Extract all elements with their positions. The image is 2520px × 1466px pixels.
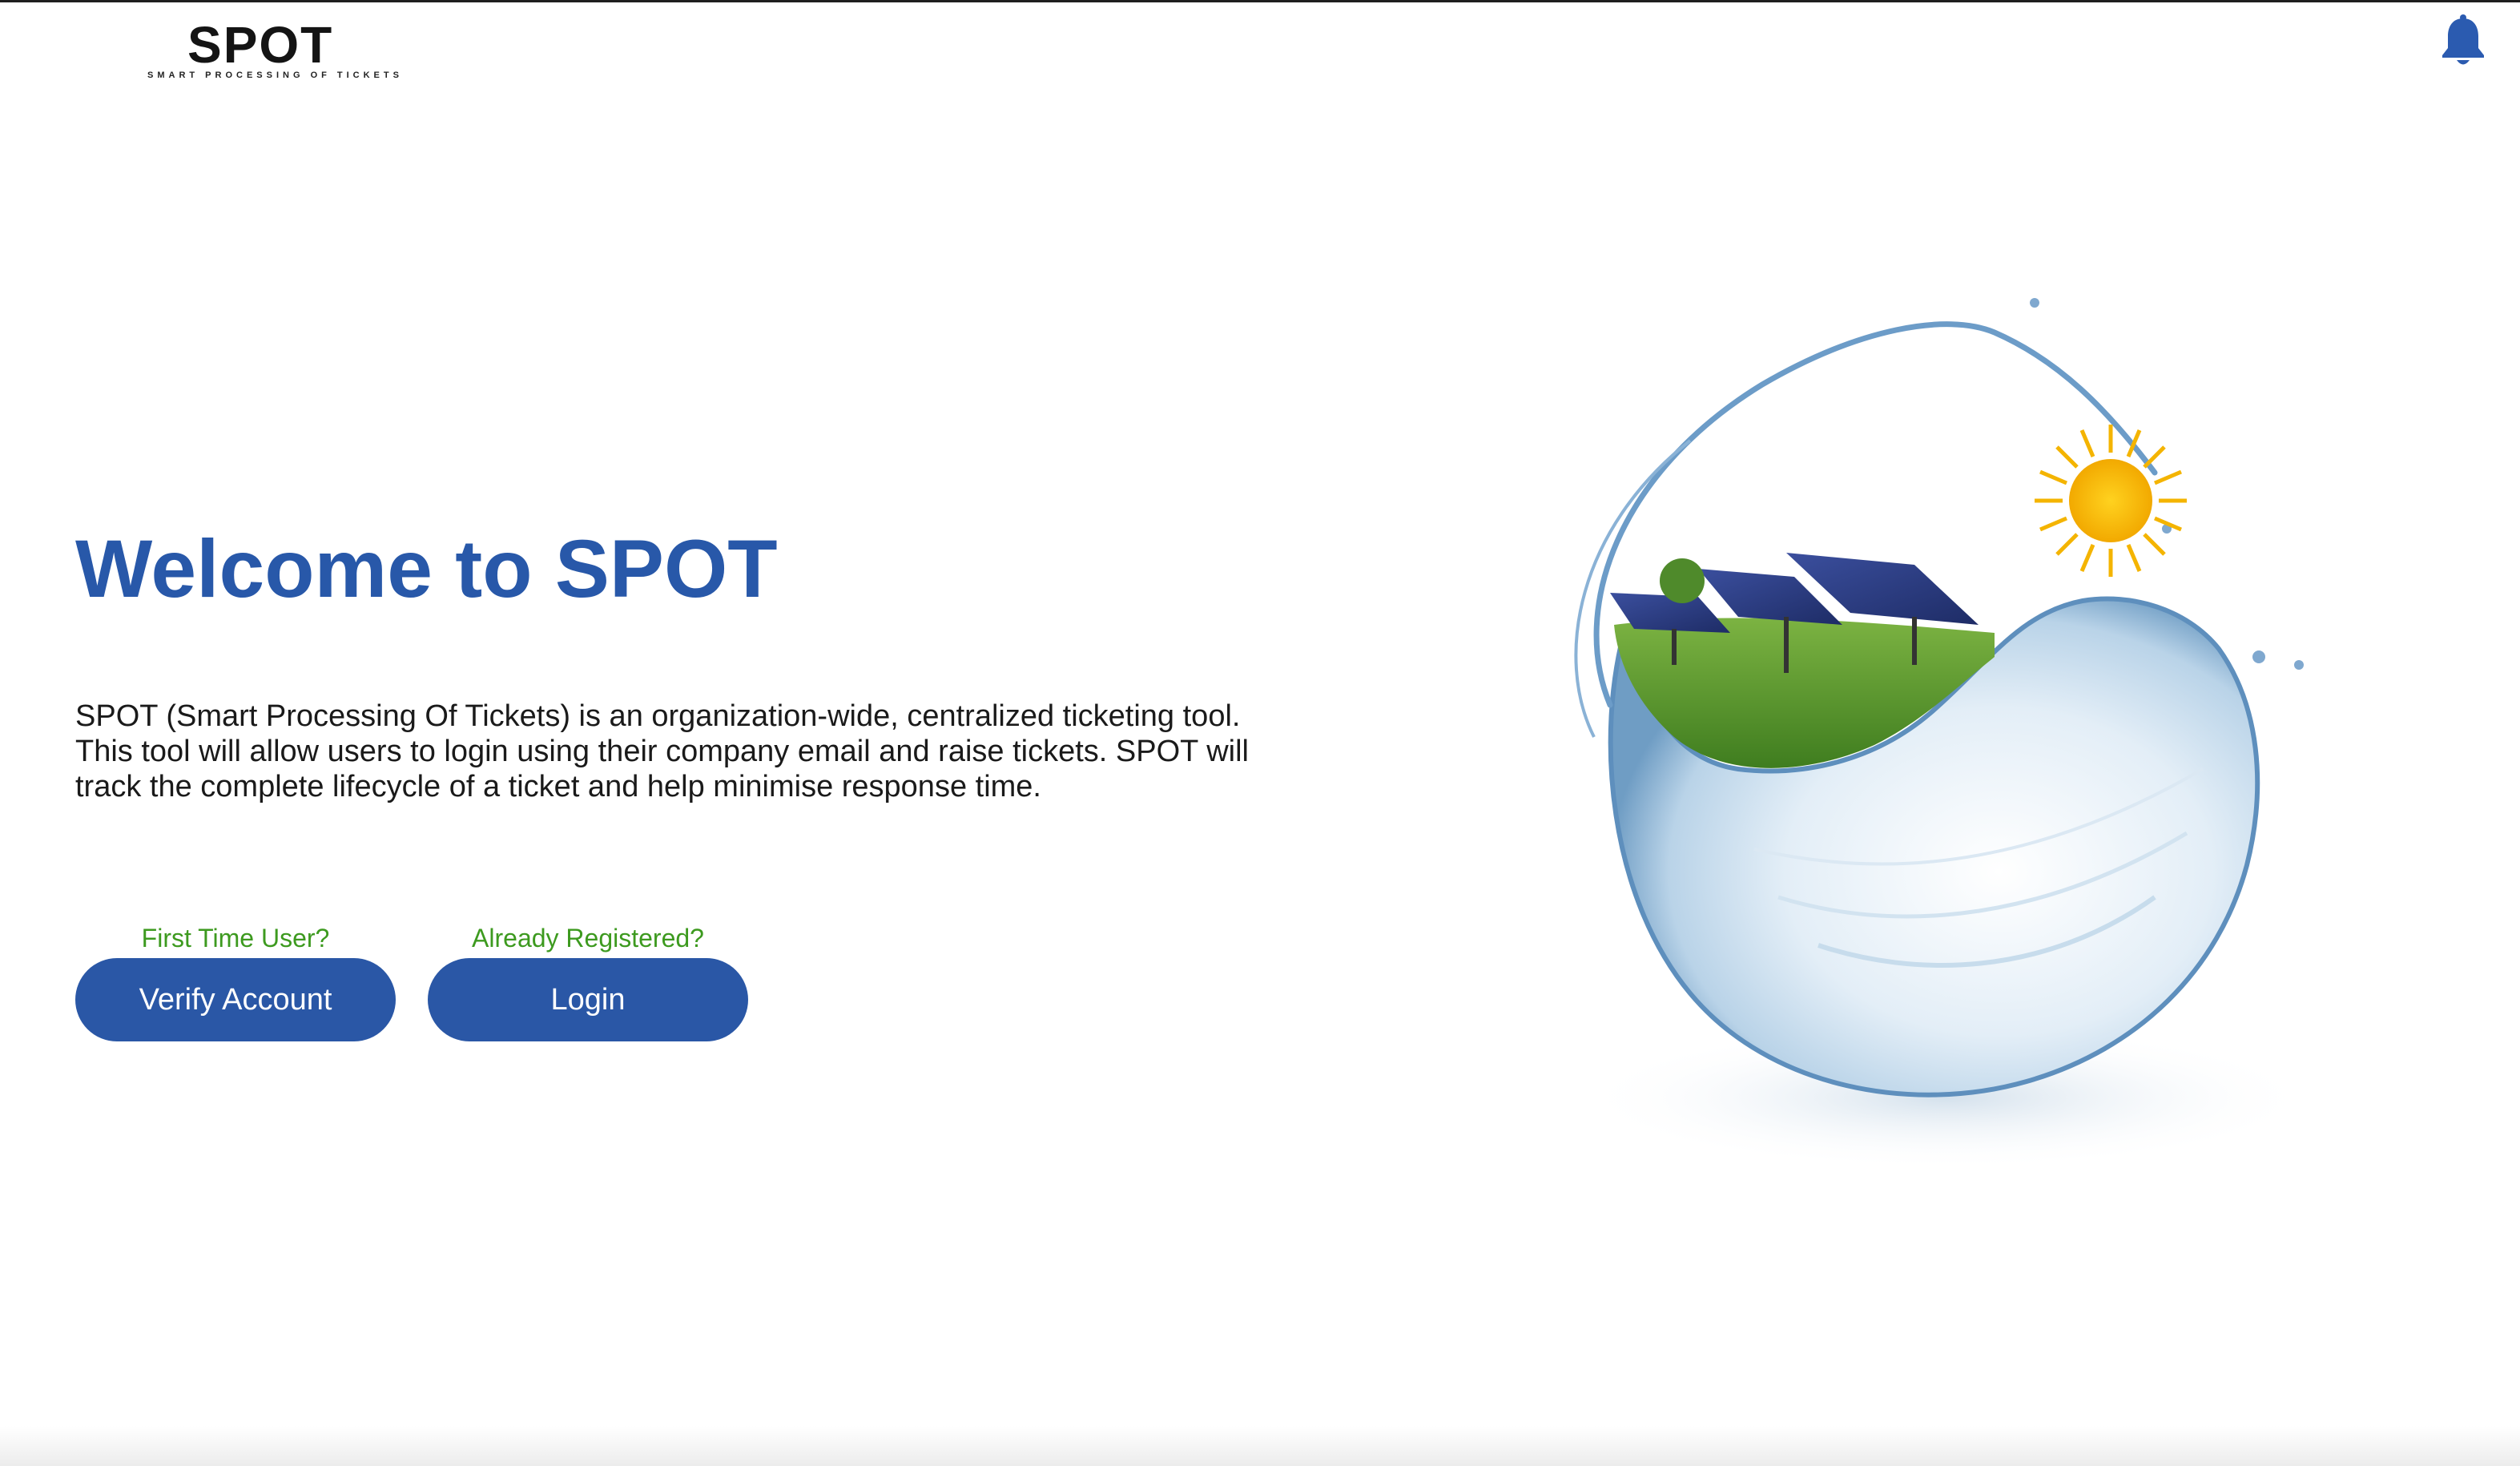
hero-illustration [1498,288,2379,1250]
bell-icon[interactable] [2440,14,2486,67]
already-registered-hint: Already Registered? [472,924,704,952]
intro-description: SPOT (Smart Processing Of Tickets) is an… [75,699,1250,803]
page-title: Welcome to SPOT [75,523,778,614]
first-time-user-hint: First Time User? [141,924,330,952]
landing-page: SPOT SMART PROCESSING OF TICKETS Welcome… [0,0,2520,1466]
logo-wordmark: SPOT [187,14,333,75]
logo-tagline: SMART PROCESSING OF TICKETS [147,70,403,80]
sun [2035,425,2187,577]
spot-logo[interactable]: SPOT SMART PROCESSING OF TICKETS [147,14,403,87]
logo-wordmark-text: SPOT [187,16,334,74]
bottom-shade [0,1426,2520,1466]
login-button[interactable]: Login [428,958,748,1041]
login-group: Already Registered? Login [428,920,748,1041]
verify-account-group: First Time User? Verify Account [75,920,396,1041]
top-border [0,0,2520,2]
tree [1660,558,1705,603]
verify-account-button[interactable]: Verify Account [75,958,396,1041]
